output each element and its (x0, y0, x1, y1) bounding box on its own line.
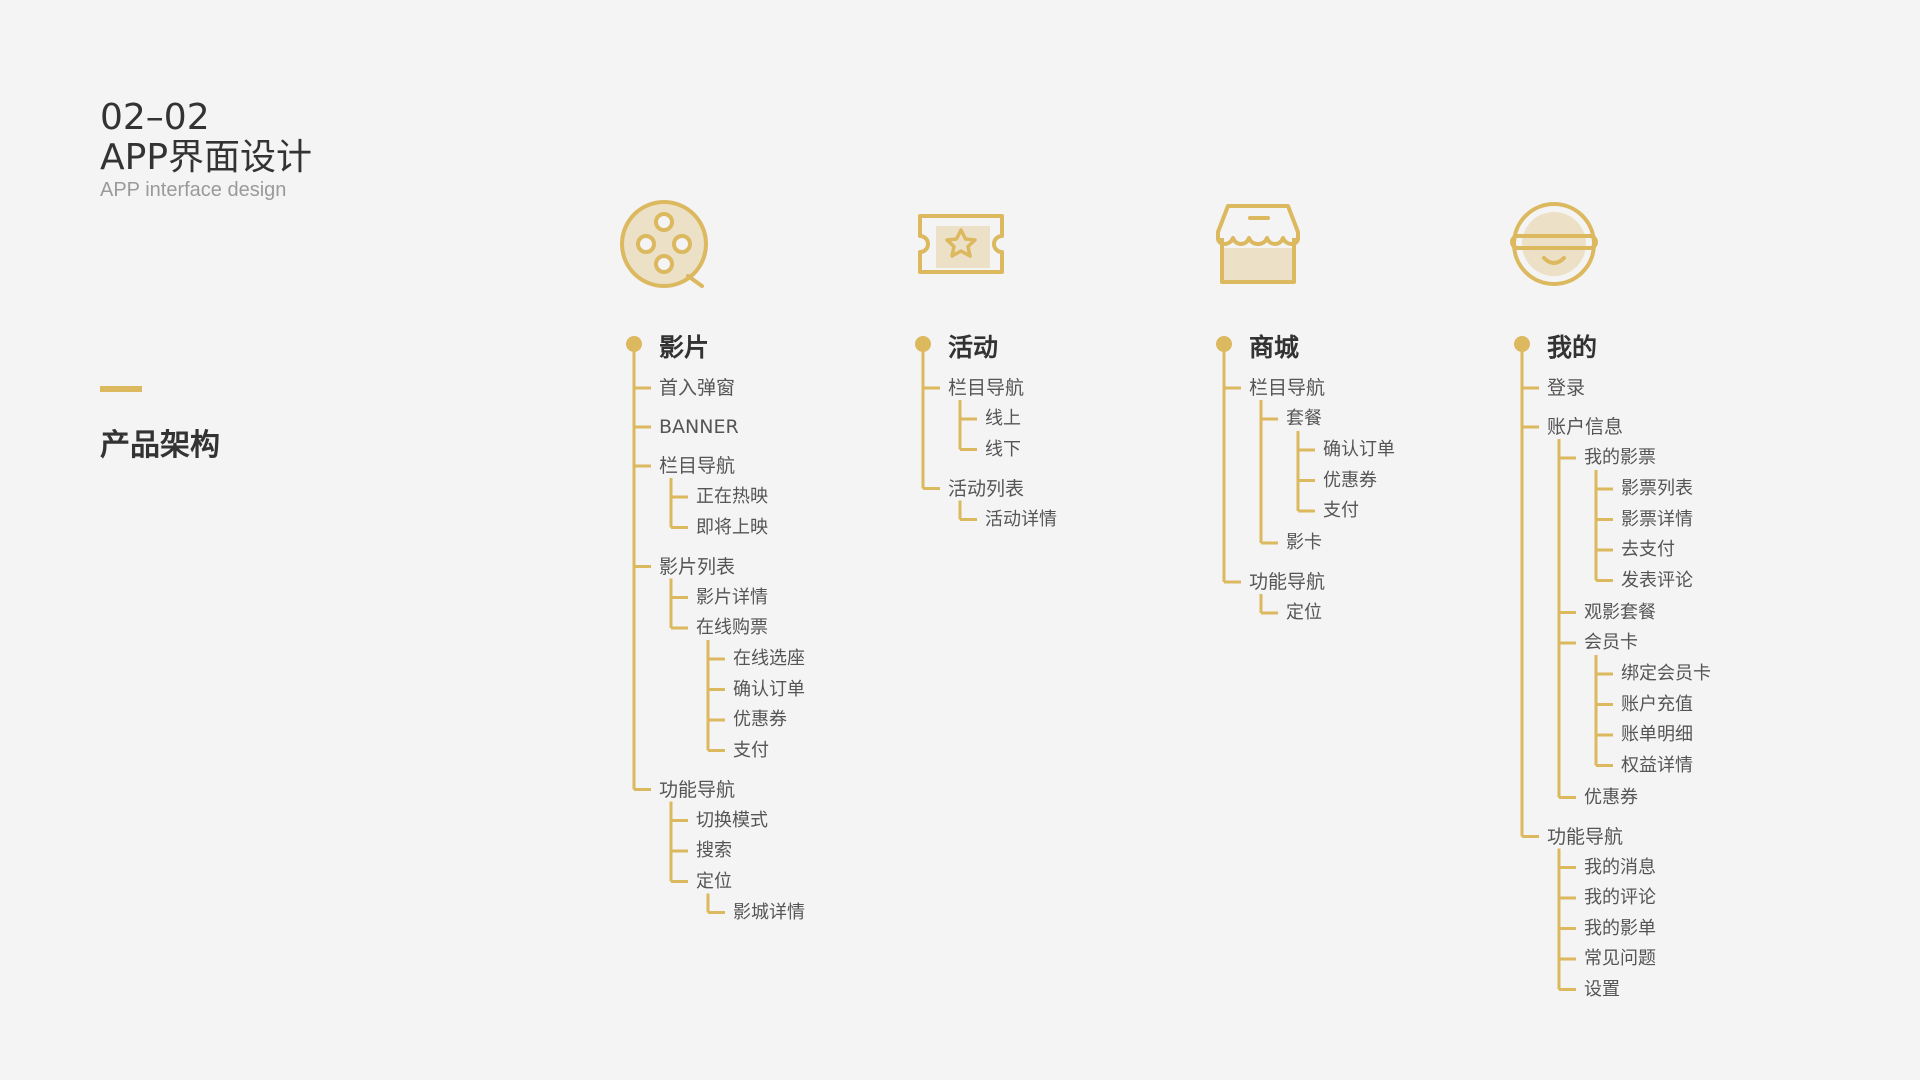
tree-node: 确认订单 (1323, 439, 1395, 460)
tree-node: 活动列表 (948, 477, 1025, 500)
tree-column-activity: 活动 栏目导航线上线下活动列表活动详情 (915, 322, 1175, 1022)
tree-node: 账户信息 (1547, 416, 1624, 438)
tree-node: 支付 (1323, 500, 1359, 521)
tree-node: 我的影单 (1584, 917, 1656, 939)
tree-node: 功能导航 (1547, 825, 1624, 848)
tree-node: 栏目导航 (948, 377, 1025, 399)
tree-node: 搜索 (696, 840, 732, 861)
page-subtitle: APP interface design (100, 179, 287, 201)
tree-node: 我的影票 (1584, 447, 1656, 468)
column-title: 我的 (1547, 333, 1598, 362)
tree-node: 登录 (1547, 377, 1586, 399)
tree-node: BANNER (659, 416, 739, 438)
tree-node: 影城详情 (733, 901, 805, 923)
tree-node: 在线购票 (696, 617, 768, 638)
tree-node: 线下 (985, 438, 1021, 460)
tree-node: 栏目导航 (1249, 377, 1326, 399)
tree-node: 影票列表 (1621, 478, 1693, 499)
tree-connectors (915, 336, 977, 521)
tree-node: 切换模式 (696, 809, 768, 831)
tree-node: 活动详情 (985, 508, 1057, 530)
tree-node: 观影套餐 (1584, 601, 1656, 623)
tree-node: 常见问题 (1584, 948, 1656, 969)
tree-connectors (1216, 336, 1315, 615)
tree-node: 首入弹窗 (659, 377, 736, 399)
tree-node: 发表评论 (1621, 569, 1693, 591)
accent-bar (100, 386, 142, 392)
page-header: 02–02 APP界面设计 APP interface design (100, 98, 312, 202)
tree-node: 影票详情 (1621, 508, 1693, 530)
section-code: 02–02 (100, 97, 210, 138)
tree-node: 权益详情 (1621, 754, 1693, 776)
face-glasses-icon (1508, 198, 1600, 290)
tree-node: 在线选座 (733, 648, 805, 669)
tree-node: 绑定会员卡 (1621, 663, 1711, 684)
page-title: APP界面设计 (100, 137, 313, 178)
tree-node: 线上 (985, 408, 1021, 429)
tree-node: 账户充值 (1621, 693, 1693, 715)
tree-node: 定位 (1286, 602, 1322, 623)
tree-node: 即将上映 (696, 516, 768, 538)
tree-node: 我的评论 (1584, 887, 1656, 908)
ticket-star-icon (914, 198, 1006, 290)
tree-node: 套餐 (1286, 408, 1322, 429)
tree-node: 优惠券 (1323, 469, 1377, 491)
tree-node: 账单明细 (1621, 724, 1693, 745)
tree-column-film: 影片 首入弹窗 BANNER 栏目导航正在热映即将上映影片列表影片详情在线购票在线选… (626, 322, 886, 1022)
tree-node: 影片列表 (659, 555, 736, 578)
tree-node: 我的消息 (1584, 856, 1656, 878)
store-icon (1212, 198, 1304, 290)
section-title: 产品架构 (100, 428, 220, 463)
tree-node: 功能导航 (1249, 571, 1326, 593)
tree-node: 正在热映 (696, 486, 768, 507)
tree-node: 设置 (1584, 978, 1620, 1000)
tree-node: 栏目导航 (659, 455, 736, 477)
column-title: 商城 (1249, 333, 1300, 362)
column-title: 影片 (659, 333, 710, 362)
tree-node: 去支付 (1621, 539, 1675, 560)
tree-column-mine: 我的 登录账户信息我的影票影票列表影票详情去支付发表评论观影套餐会员卡绑定会员卡… (1514, 322, 1774, 1022)
tree-column-mall: 商城 栏目导航套餐 确认订单优惠券支付 影卡功能导航定位 (1216, 322, 1476, 1022)
film-reel-icon (618, 198, 710, 290)
tree-node: 影片详情 (696, 586, 768, 608)
column-title: 活动 (948, 333, 999, 362)
tree-node: 优惠券 (733, 709, 787, 730)
tree-node: 功能导航 (659, 778, 736, 801)
tree-node: 会员卡 (1584, 632, 1638, 653)
tree-node: 确认订单 (733, 678, 805, 700)
tree-node: 支付 (733, 739, 769, 761)
tree-node: 优惠券 (1584, 786, 1638, 808)
tree-node: 定位 (696, 870, 732, 892)
tree-node: 影卡 (1286, 532, 1322, 553)
